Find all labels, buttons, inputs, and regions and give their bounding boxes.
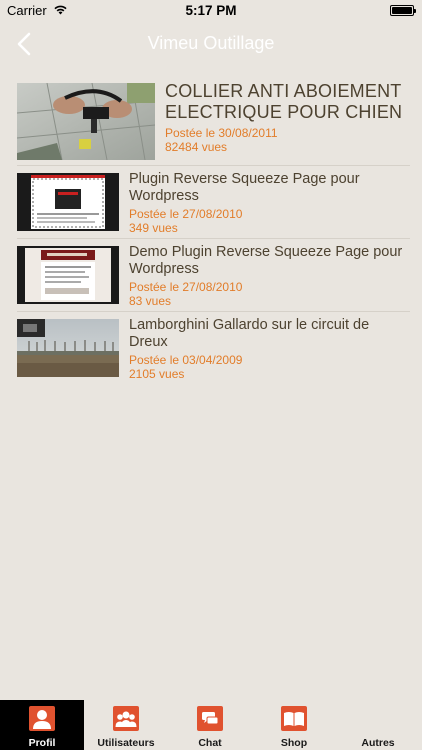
- book-icon: [281, 706, 307, 731]
- video-info: Demo Plugin Reverse Squeeze Page pour Wo…: [129, 244, 409, 308]
- video-title: COLLIER ANTI ABOIEMENT ELECTRIQUE POUR C…: [165, 81, 403, 122]
- video-thumbnail: [17, 173, 119, 231]
- video-thumbnail: [17, 246, 119, 304]
- status-time: 5:17 PM: [185, 3, 237, 18]
- tab-label: Utilisateurs: [97, 737, 155, 749]
- video-views: 2105 vues: [129, 367, 185, 381]
- page-title: Vimeu Outillage: [147, 33, 275, 53]
- video-item[interactable]: Lamborghini Gallardo sur le circuit de D…: [17, 312, 410, 385]
- battery-icon: [390, 5, 416, 16]
- header: Carrier 5:17 PM Vimeu Outillage: [0, 0, 422, 66]
- video-item[interactable]: Demo Plugin Reverse Squeeze Page pour Wo…: [17, 239, 410, 312]
- video-date: Postée le 03/04/2009: [129, 353, 243, 367]
- tab-label: Shop: [280, 737, 308, 749]
- video-thumbnail: [17, 83, 155, 160]
- video-list: COLLIER ANTI ABOIEMENT ELECTRIQUE POUR C…: [0, 76, 422, 385]
- video-views: 83 vues: [129, 294, 172, 308]
- video-info: Lamborghini Gallardo sur le circuit de D…: [129, 317, 409, 381]
- tab-label: Autres: [361, 737, 395, 749]
- video-title: Lamborghini Gallardo sur le circuit de D…: [129, 317, 370, 350]
- video-thumbnail: [17, 319, 119, 377]
- video-info: Plugin Reverse Squeeze Page pour Wordpre…: [129, 171, 409, 235]
- video-info: COLLIER ANTI ABOIEMENT ELECTRIQUE POUR C…: [165, 81, 410, 154]
- video-date: Postée le 27/08/2010: [129, 207, 243, 221]
- tab-label: Chat: [198, 737, 222, 749]
- tab-profil[interactable]: Profil: [0, 700, 84, 750]
- tab-utilisateurs[interactable]: Utilisateurs: [84, 700, 168, 750]
- video-views: 349 vues: [129, 221, 178, 235]
- tab-bar: Profil Utilisateurs Chat Shop Autres: [0, 700, 422, 750]
- video-item-featured[interactable]: COLLIER ANTI ABOIEMENT ELECTRIQUE POUR C…: [17, 76, 410, 166]
- chat-icon: [197, 706, 223, 731]
- tab-autres[interactable]: Autres: [336, 700, 422, 750]
- video-title: Demo Plugin Reverse Squeeze Page pour Wo…: [129, 244, 403, 277]
- tab-label: Profil: [28, 737, 56, 749]
- status-bar: Carrier 5:17 PM: [0, 0, 422, 22]
- video-date: Postée le 30/08/2011: [165, 126, 278, 140]
- tab-shop[interactable]: Shop: [252, 700, 336, 750]
- users-icon: [113, 706, 139, 731]
- video-item[interactable]: Plugin Reverse Squeeze Page pour Wordpre…: [17, 166, 410, 239]
- video-title: Plugin Reverse Squeeze Page pour Wordpre…: [129, 171, 360, 204]
- nav-bar: Vimeu Outillage: [0, 22, 422, 66]
- video-date: Postée le 27/08/2010: [129, 280, 243, 294]
- profile-icon: [29, 706, 55, 731]
- video-views: 82484 vues: [165, 140, 228, 154]
- tab-chat[interactable]: Chat: [168, 700, 252, 750]
